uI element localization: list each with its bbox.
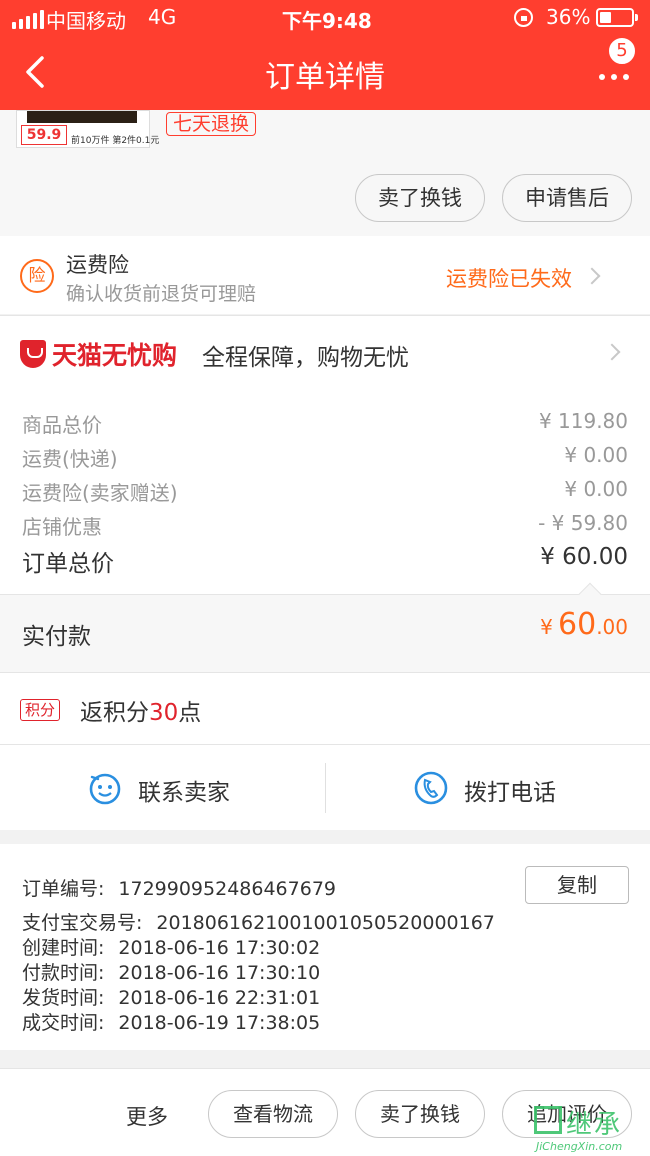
alipay-trade-number: 2018061621001001050520000167 [156, 912, 495, 934]
rotation-lock-icon [514, 8, 533, 27]
actual-payment-label: 实付款 [22, 624, 91, 650]
paid-time: 2018-06-16 17:30:10 [118, 962, 321, 984]
order-number: 172990952486467679 [118, 878, 336, 900]
chat-bubble-icon [89, 773, 121, 805]
contact-bar: 联系卖家 拨打电话 [0, 744, 650, 830]
points-suffix: 点 [178, 700, 202, 726]
chevron-right-icon [603, 343, 621, 361]
order-total-label: 订单总价 [22, 551, 114, 577]
view-logistics-button[interactable]: 查看物流 [208, 1090, 338, 1138]
info-key: 订单编号: [22, 878, 105, 900]
more-actions-button[interactable]: 更多 [126, 1101, 168, 1131]
order-detail-page: { "status_bar": { "carrier": "中国移动", "ne… [0, 0, 650, 1156]
completed-time: 2018-06-19 17:38:05 [118, 1012, 321, 1034]
actual-payment-row: 实付款 ¥ 60.00 [0, 594, 650, 672]
page-title: 订单详情 [265, 60, 385, 95]
watermark-url: JiChengXin.com [536, 1140, 623, 1153]
tmall-guarantee-row[interactable]: 天猫无忧购 全程保障，购物无忧 [0, 315, 650, 389]
order-info-section: 订单编号: 172990952486467679 复制 支付宝交易号: 201806… [0, 844, 650, 1050]
currency-symbol: ¥ [540, 615, 553, 639]
points-text: 返积分30点 [80, 693, 201, 727]
info-key: 付款时间: [22, 962, 105, 984]
price-label: 运费(快递) [22, 447, 118, 471]
price-label: 运费险(卖家赠送) [22, 481, 178, 505]
tmall-shield-icon [20, 340, 46, 368]
chevron-right-icon [583, 267, 601, 285]
watermark: 继承 JiChengXin.com [532, 1104, 650, 1156]
order-info-row: 订单编号: 172990952486467679 [22, 874, 336, 901]
created-time: 2018-06-16 17:30:02 [118, 937, 321, 959]
product-section: 59.9 前10万件 第2件0.1元 七天退换 卖了换钱 申请售后 [0, 110, 650, 236]
price-value: ¥ 0.00 [564, 477, 628, 501]
contact-seller-button[interactable]: 联系卖家 [0, 745, 325, 831]
order-info-row: 成交时间: 2018-06-19 17:38:05 [22, 1008, 320, 1035]
points-tag: 积分 [20, 699, 61, 721]
signal-icon [12, 10, 44, 29]
message-count-badge: 5 [607, 36, 637, 66]
more-menu-icon[interactable] [594, 62, 634, 92]
price-breakdown: 商品总价 ¥ 119.80 运费(快递) ¥ 0.00 运费险(卖家赠送) ¥ … [0, 389, 650, 594]
call-phone-label: 拨打电话 [464, 780, 556, 806]
points-amount: 30 [149, 700, 179, 726]
phone-icon [414, 771, 448, 805]
shipped-time: 2018-06-16 22:31:01 [118, 987, 321, 1009]
battery-percent: 36% [546, 5, 591, 29]
price-label: 店铺优惠 [22, 515, 102, 539]
watermark-text: 继承 [566, 1110, 623, 1140]
contact-seller-label: 联系卖家 [138, 780, 230, 806]
top-bar: 中国移动 4G 下午9:48 36% 订单详情 5 [0, 0, 650, 110]
info-key: 支付宝交易号: [22, 912, 143, 934]
tmall-brand: 天猫无忧购 [52, 341, 178, 370]
request-after-sales-button[interactable]: 申请售后 [502, 174, 632, 222]
shipping-insurance-row[interactable]: 险 运费险 确认收货前退货可理赔 运费险已失效 [0, 236, 650, 314]
order-info-row: 支付宝交易号: 2018061621001001050520000167 [22, 908, 495, 935]
points-row: 积分 返积分30点 [0, 672, 650, 744]
price-value: ¥ 119.80 [538, 409, 628, 433]
sell-for-cash-button[interactable]: 卖了换钱 [355, 174, 485, 222]
status-bar: 中国移动 4G 下午9:48 36% [0, 0, 650, 36]
payment-integer: 60 [558, 607, 597, 642]
payment-decimal: .00 [596, 615, 628, 639]
info-key: 发货时间: [22, 987, 105, 1009]
insurance-icon: 险 [20, 259, 54, 293]
price-value: ¥ 0.00 [564, 443, 628, 467]
order-info-row: 发货时间: 2018-06-16 22:31:01 [22, 983, 320, 1010]
price-label: 商品总价 [22, 413, 102, 437]
order-info-row: 付款时间: 2018-06-16 17:30:10 [22, 958, 320, 985]
sell-for-cash-button[interactable]: 卖了换钱 [355, 1090, 485, 1138]
return-policy-tag: 七天退换 [166, 112, 257, 136]
order-info-row: 创建时间: 2018-06-16 17:30:02 [22, 933, 320, 960]
points-prefix: 返积分 [80, 700, 149, 726]
copy-order-number-button[interactable]: 复制 [525, 866, 629, 904]
price-value: - ¥ 59.80 [538, 511, 628, 535]
call-phone-button[interactable]: 拨打电话 [326, 745, 650, 831]
info-key: 创建时间: [22, 937, 105, 959]
carrier-name: 中国移动 [46, 9, 126, 33]
order-total-value: ¥ 60.00 [540, 544, 628, 570]
product-thumbnail[interactable]: 59.9 前10万件 第2件0.1元 [16, 110, 159, 148]
tmall-slogan: 全程保障，购物无忧 [202, 345, 409, 371]
battery-icon [596, 8, 638, 27]
thumbnail-promo: 前10万件 第2件0.1元 [71, 136, 160, 146]
info-key: 成交时间: [22, 1012, 105, 1034]
insurance-subtitle: 确认收货前退货可理赔 [66, 283, 257, 305]
network-type: 4G [148, 5, 177, 29]
insurance-status: 运费险已失效 [446, 267, 572, 291]
actual-payment-value: ¥ 60.00 [540, 607, 628, 642]
thumbnail-price: 59.9 [21, 125, 67, 145]
insurance-title: 运费险 [66, 253, 129, 277]
clock: 下午9:48 [282, 9, 372, 33]
